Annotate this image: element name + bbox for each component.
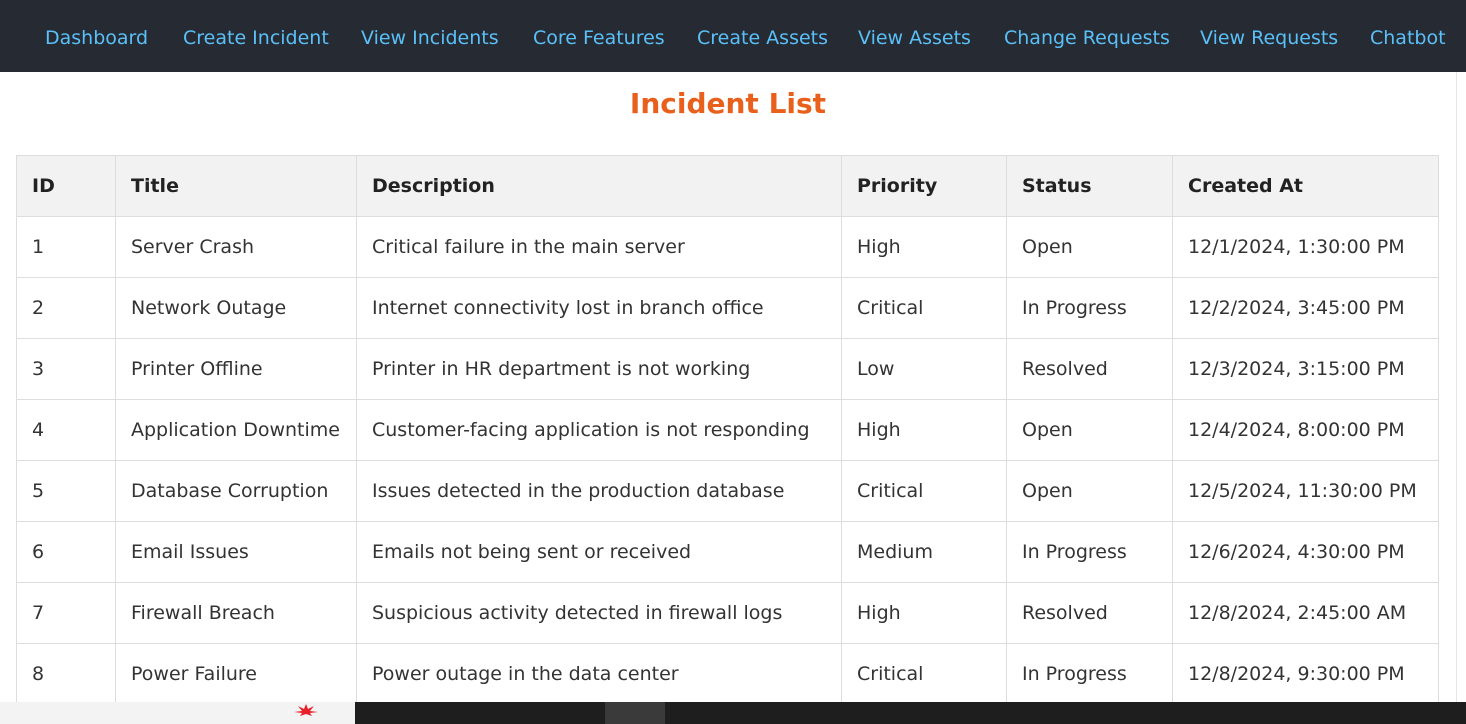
cell-title: Email Issues — [115, 521, 357, 583]
cell-id: 4 — [16, 399, 116, 461]
nav-link-core-features[interactable]: Core Features — [533, 26, 665, 50]
cell-status: Open — [1006, 460, 1173, 522]
table-row: 2 Network Outage Internet connectivity l… — [16, 277, 1439, 339]
cell-description: Emails not being sent or received — [356, 521, 842, 583]
cell-title: Printer Offline — [115, 338, 357, 400]
column-header-priority: Priority — [841, 155, 1007, 217]
cell-status: In Progress — [1006, 521, 1173, 583]
cell-priority: Critical — [841, 277, 1007, 339]
taskbar-app-area — [355, 702, 1466, 724]
column-header-description: Description — [356, 155, 842, 217]
taskbar-app-button[interactable] — [605, 702, 665, 724]
cell-created-at: 12/8/2024, 2:45:00 AM — [1172, 582, 1439, 644]
cell-priority: High — [841, 582, 1007, 644]
cell-created-at: 12/2/2024, 3:45:00 PM — [1172, 277, 1439, 339]
cell-id: 2 — [16, 277, 116, 339]
cell-description: Issues detected in the production databa… — [356, 460, 842, 522]
table-row: 3 Printer Offline Printer in HR departme… — [16, 338, 1439, 400]
page-title: Incident List — [629, 87, 827, 120]
cell-description: Critical failure in the main server — [356, 216, 842, 278]
cell-status: Resolved — [1006, 338, 1173, 400]
cell-description: Printer in HR department is not working — [356, 338, 842, 400]
nav-link-view-requests[interactable]: View Requests — [1200, 26, 1338, 50]
cell-created-at: 12/6/2024, 4:30:00 PM — [1172, 521, 1439, 583]
nav-link-change-requests[interactable]: Change Requests — [1004, 26, 1170, 50]
cell-status: In Progress — [1006, 277, 1173, 339]
cell-title: Network Outage — [115, 277, 357, 339]
cell-created-at: 12/1/2024, 1:30:00 PM — [1172, 216, 1439, 278]
cell-priority: High — [841, 399, 1007, 461]
page-scrollbar[interactable] — [1456, 72, 1466, 702]
cell-title: Database Corruption — [115, 460, 357, 522]
cell-title: Application Downtime — [115, 399, 357, 461]
column-header-status: Status — [1006, 155, 1173, 217]
nav-link-create-incident[interactable]: Create Incident — [183, 26, 329, 50]
cell-id: 7 — [16, 582, 116, 644]
cell-title: Power Failure — [115, 643, 357, 705]
table-header-row: ID Title Description Priority Status Cre… — [16, 155, 1439, 217]
table-row: 5 Database Corruption Issues detected in… — [16, 460, 1439, 522]
cell-description: Power outage in the data center — [356, 643, 842, 705]
column-header-id: ID — [16, 155, 116, 217]
cell-status: Open — [1006, 399, 1173, 461]
cell-priority: Low — [841, 338, 1007, 400]
table-row: 1 Server Crash Critical failure in the m… — [16, 216, 1439, 278]
cell-id: 1 — [16, 216, 116, 278]
column-header-created-at: Created At — [1172, 155, 1439, 217]
nav-link-view-assets[interactable]: View Assets — [858, 26, 971, 50]
cell-priority: Critical — [841, 643, 1007, 705]
starburst-icon[interactable] — [286, 704, 326, 716]
cell-priority: Critical — [841, 460, 1007, 522]
cell-priority: Medium — [841, 521, 1007, 583]
cell-status: In Progress — [1006, 643, 1173, 705]
nav-link-dashboard[interactable]: Dashboard — [45, 26, 148, 50]
cell-description: Internet connectivity lost in branch off… — [356, 277, 842, 339]
cell-id: 6 — [16, 521, 116, 583]
incident-table: ID Title Description Priority Status Cre… — [16, 155, 1439, 705]
cell-status: Resolved — [1006, 582, 1173, 644]
table-row: 7 Firewall Breach Suspicious activity de… — [16, 582, 1439, 644]
cell-title: Firewall Breach — [115, 582, 357, 644]
cell-description: Suspicious activity detected in firewall… — [356, 582, 842, 644]
table-row: 4 Application Downtime Customer-facing a… — [16, 399, 1439, 461]
cell-priority: High — [841, 216, 1007, 278]
table-row: 8 Power Failure Power outage in the data… — [16, 643, 1439, 705]
cell-description: Customer-facing application is not respo… — [356, 399, 842, 461]
nav-link-view-incidents[interactable]: View Incidents — [361, 26, 499, 50]
cell-id: 3 — [16, 338, 116, 400]
cell-status: Open — [1006, 216, 1173, 278]
cell-created-at: 12/4/2024, 8:00:00 PM — [1172, 399, 1439, 461]
cell-created-at: 12/3/2024, 3:15:00 PM — [1172, 338, 1439, 400]
cell-id: 8 — [16, 643, 116, 705]
top-navbar: Dashboard Create Incident View Incidents… — [0, 0, 1466, 72]
nav-link-create-assets[interactable]: Create Assets — [697, 26, 828, 50]
cell-created-at: 12/5/2024, 11:30:00 PM — [1172, 460, 1439, 522]
cell-id: 5 — [16, 460, 116, 522]
column-header-title: Title — [115, 155, 357, 217]
cell-created-at: 12/8/2024, 9:30:00 PM — [1172, 643, 1439, 705]
nav-link-chatbot[interactable]: Chatbot — [1370, 26, 1446, 50]
cell-title: Server Crash — [115, 216, 357, 278]
os-taskbar — [0, 702, 1466, 724]
table-row: 6 Email Issues Emails not being sent or … — [16, 521, 1439, 583]
